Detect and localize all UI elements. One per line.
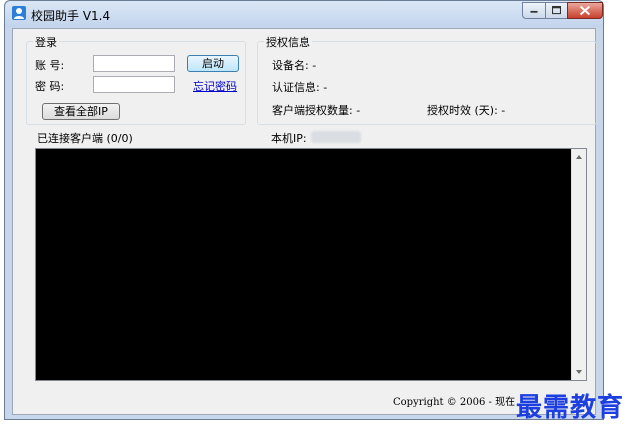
app-user-icon	[12, 6, 26, 20]
app-window: 校园助手 V1.4 登录 账 号: 密 码: 启动 忘记密码 查看全部IP 授权…	[4, 0, 604, 420]
forgot-password-link[interactable]: 忘记密码	[193, 78, 237, 94]
scroll-up-icon[interactable]	[574, 152, 584, 162]
minimize-icon	[530, 10, 538, 13]
start-button[interactable]: 启动	[187, 55, 239, 72]
console-scrollbar[interactable]	[571, 149, 586, 380]
close-button[interactable]	[567, 2, 603, 19]
password-input[interactable]	[93, 76, 175, 93]
window-title: 校园助手 V1.4	[31, 9, 111, 23]
scroll-down-icon[interactable]	[574, 367, 584, 377]
client-log-console[interactable]	[35, 148, 587, 381]
auth-info-label: 认证信息: -	[272, 81, 328, 94]
password-label: 密 码:	[35, 80, 65, 93]
auth-info-group-label: 授权信息	[264, 34, 312, 50]
minimize-button[interactable]	[522, 2, 546, 19]
title-bar[interactable]: 校园助手 V1.4	[5, 1, 603, 27]
login-group-label: 登录	[33, 34, 59, 50]
maximize-icon	[552, 6, 561, 15]
connected-clients-label: 已连接客户端 (0/0)	[37, 132, 133, 145]
client-auth-count-label: 客户端授权数量: -	[272, 104, 361, 117]
account-input[interactable]	[93, 55, 175, 72]
auth-duration-label: 授权时效 (天): -	[427, 104, 506, 117]
maximize-button[interactable]	[545, 2, 568, 19]
copyright-text: Copyright © 2006 - 现在	[393, 397, 516, 408]
local-ip-label: 本机IP:	[271, 132, 307, 145]
local-ip-value-redacted	[311, 131, 361, 143]
desktop: 校园助手 V1.4 登录 账 号: 密 码: 启动 忘记密码 查看全部IP 授权…	[0, 0, 636, 436]
main-panel: 登录 账 号: 密 码: 启动 忘记密码 查看全部IP 授权信息 设备名: - …	[12, 28, 597, 415]
close-icon	[579, 5, 591, 16]
watermark-logo: 最需教育	[516, 393, 625, 423]
device-name-label: 设备名: -	[272, 59, 317, 72]
view-all-ip-button[interactable]: 查看全部IP	[42, 103, 120, 120]
account-label: 账 号:	[35, 59, 65, 72]
